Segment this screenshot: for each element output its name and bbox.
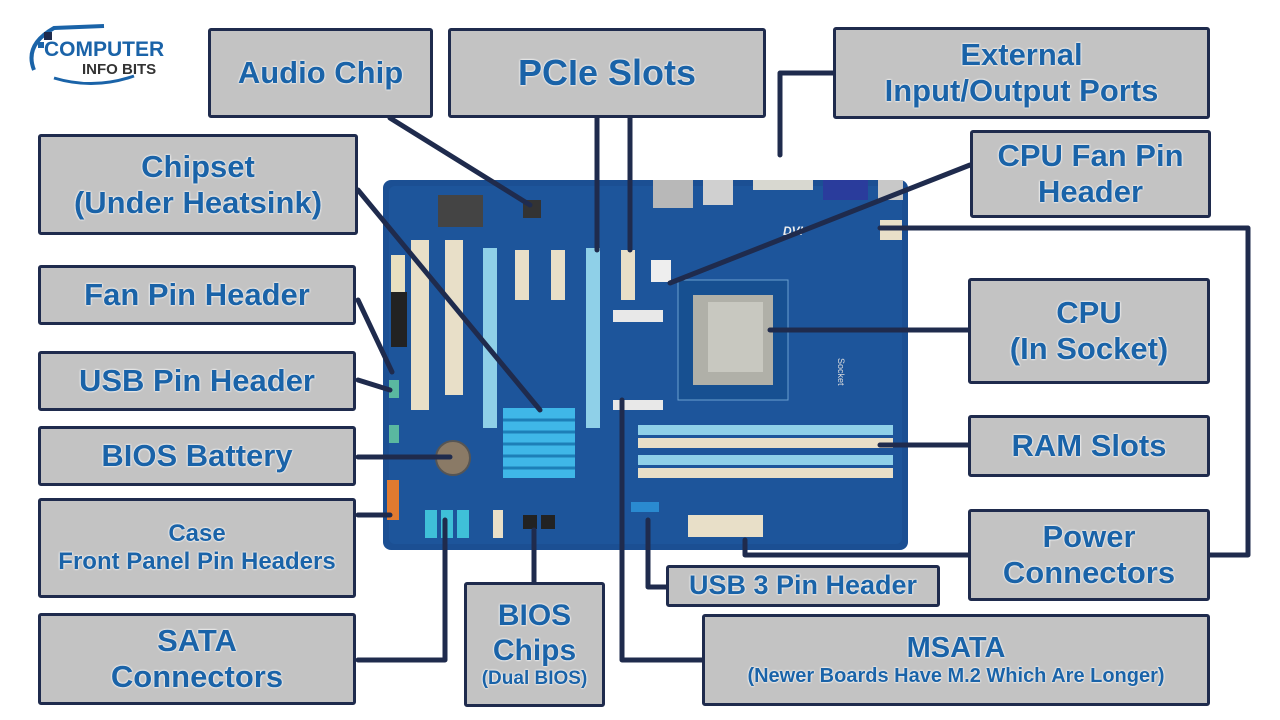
label-text: (Dual BIOS) [481,668,588,690]
label-ram-slots: RAM Slots [968,415,1210,477]
label-text: (In Socket) [1009,331,1169,366]
label-audio-chip: Audio Chip [208,28,433,118]
label-chipset: Chipset (Under Heatsink) [38,134,358,235]
callout-line-power-24 [742,537,971,558]
label-text: Case [168,520,226,548]
label-text: CPU Fan Pin [997,138,1184,174]
label-text: External [960,37,1083,73]
label-fan-pin-header: Fan Pin Header [38,265,356,325]
label-text: PCIe Slots [517,52,697,94]
label-text: CPU [1056,295,1122,331]
label-sata-connectors: SATA Connectors [38,613,356,705]
label-power-connectors: Power Connectors [968,509,1210,601]
callout-line-sata [355,517,448,663]
callout-line-io [777,70,838,158]
label-case-front-panel: Case Front Panel Pin Headers [38,498,356,598]
label-text: RAM Slots [1011,428,1167,464]
label-msata: MSATA (Newer Boards Have M.2 Which Are L… [702,614,1210,706]
label-text: Header [1037,174,1144,209]
label-text: Audio Chip [237,55,404,91]
label-text: (Under Heatsink) [73,184,323,220]
callout-line-audio [387,115,533,208]
callout-line-fan [355,297,395,375]
label-text: SATA [157,623,237,659]
label-text: Power [1042,519,1136,555]
callout-line-chipset [355,187,543,413]
label-text: Connectors [110,659,284,694]
label-text: Front Panel Pin Headers [58,548,336,575]
label-text: BIOS [497,599,572,633]
label-text: Chips [492,633,577,667]
label-usb-pin-header: USB Pin Header [38,351,356,411]
label-text: USB 3 Pin Header [688,570,918,601]
label-cpu-fan-header: CPU Fan Pin Header [970,130,1211,218]
callout-line-usb [355,377,393,393]
callout-line-usb3 [645,517,671,590]
label-bios-battery: BIOS Battery [38,426,356,486]
label-text: MSATA [906,631,1006,664]
label-text: (Newer Boards Have M.2 Which Are Longer) [747,665,1165,688]
callout-line-msata [619,397,707,663]
callout-line-cpu-fan [667,162,973,286]
label-pcie-slots: PCIe Slots [448,28,766,118]
label-text: Input/Output Ports [884,73,1159,108]
label-text: Fan Pin Header [84,277,310,313]
label-bios-chips: BIOS Chips (Dual BIOS) [464,582,605,707]
label-cpu: CPU (In Socket) [968,278,1210,384]
label-external-io: External Input/Output Ports [833,27,1210,119]
label-text: USB Pin Header [78,363,315,399]
label-usb3-pin-header: USB 3 Pin Header [666,565,940,607]
label-text: Connectors [1002,555,1176,590]
label-text: Chipset [141,148,255,184]
label-text: BIOS Battery [101,438,293,474]
